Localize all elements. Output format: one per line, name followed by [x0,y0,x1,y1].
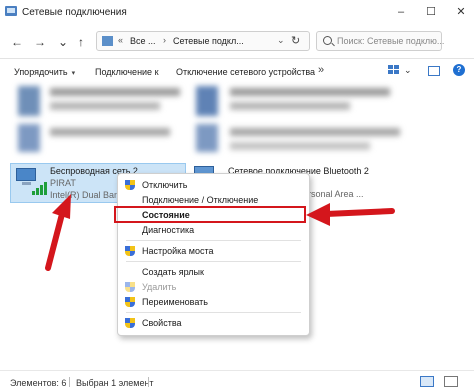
selection-count: Выбран 1 элемент [76,378,154,388]
annotation-arrows [45,194,395,271]
arrow-right-icon [306,203,395,226]
status-bar: Элементов: 6 Выбран 1 элемент [0,370,474,392]
status-separator [148,377,149,387]
arrow-left-icon [45,194,71,271]
details-view-button[interactable] [420,376,434,387]
item-count: Элементов: 6 [10,378,67,388]
status-separator [69,377,70,387]
large-icons-view-button[interactable] [444,376,458,387]
